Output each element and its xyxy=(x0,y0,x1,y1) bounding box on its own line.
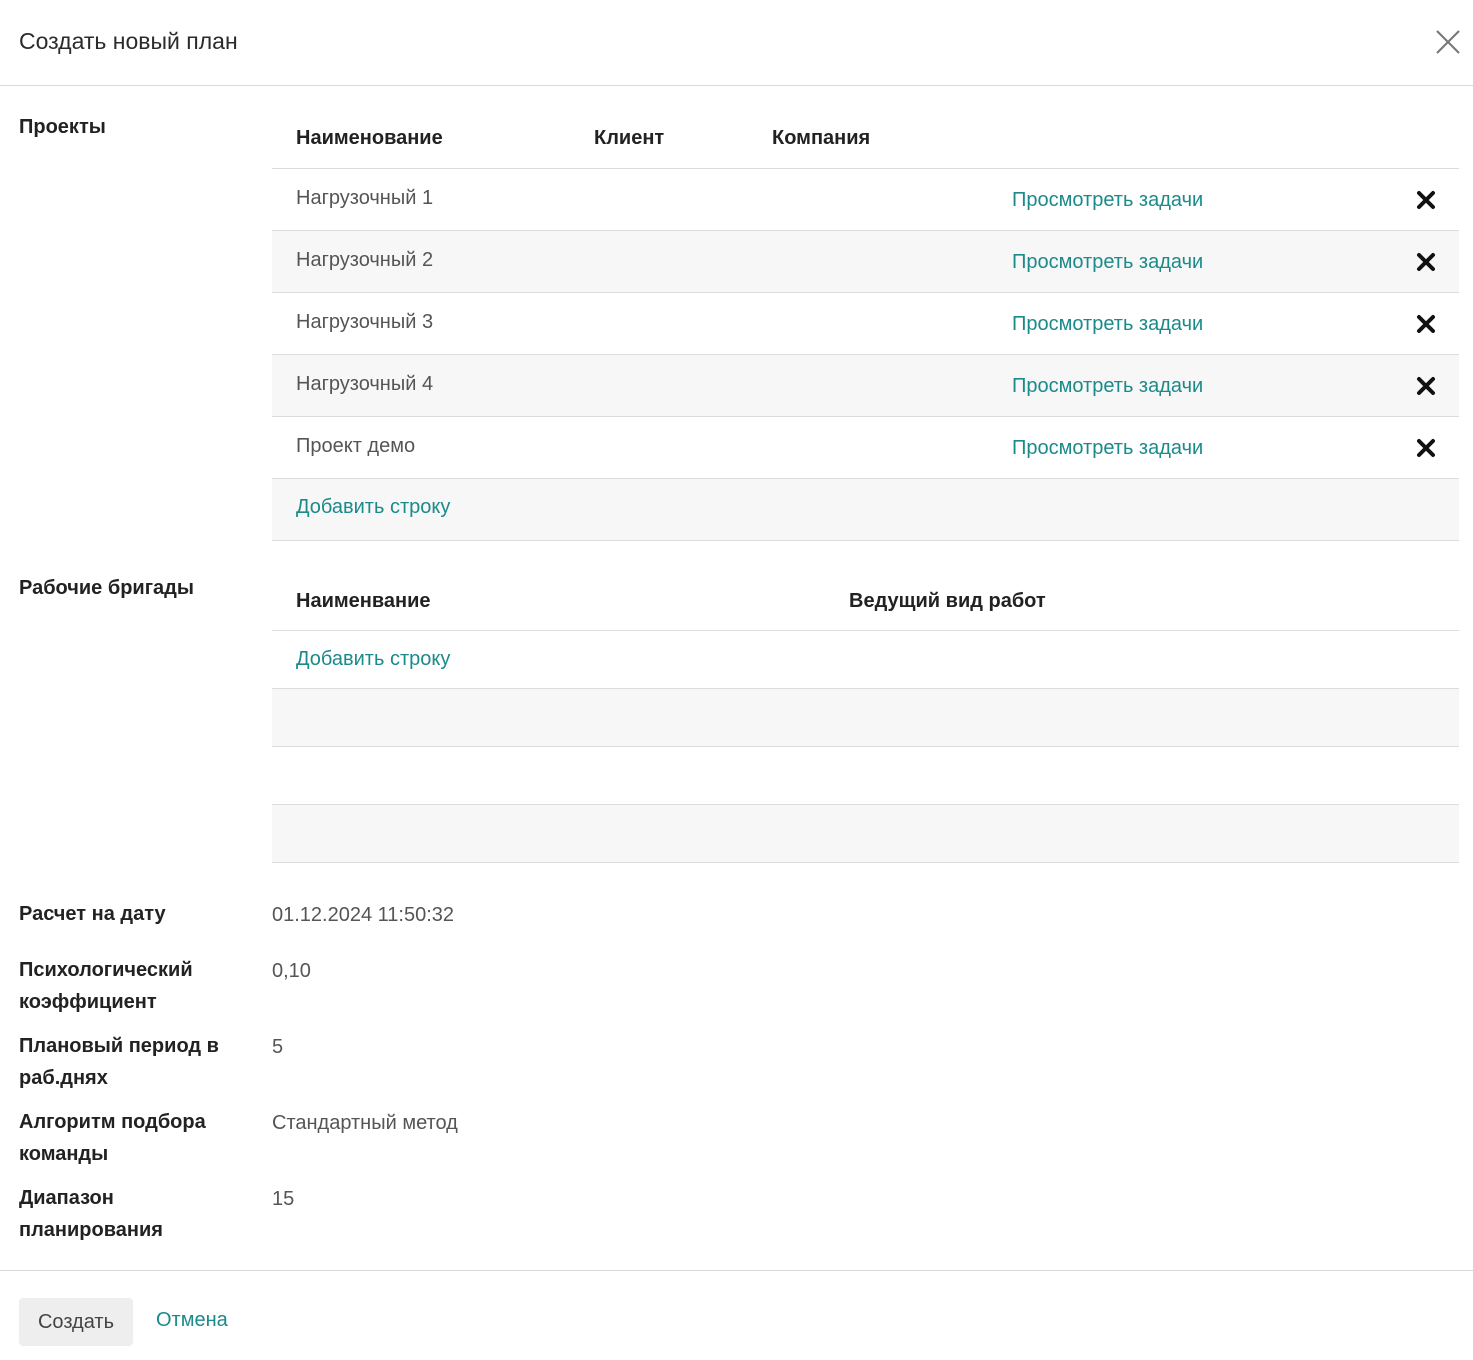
brigades-label: Рабочие бригады xyxy=(19,577,194,599)
project-name: Нагрузочный 4 xyxy=(296,373,434,395)
dialog-header: Создать новый план xyxy=(0,0,1473,86)
planning-range-label: Диапазон планирования xyxy=(19,1187,163,1241)
calc-date-label: Расчет на дату xyxy=(19,903,166,925)
team-algorithm-value: Стандартный метод xyxy=(272,1112,458,1134)
close-icon[interactable] xyxy=(1433,27,1463,57)
brigades-add-row: Добавить строку xyxy=(272,631,1459,689)
delete-row-icon[interactable] xyxy=(1414,375,1438,397)
project-row: Проект демо Просмотреть задачи xyxy=(272,417,1459,479)
projects-table: Наименование Клиент Компания Нагрузочный… xyxy=(272,85,1459,541)
brigades-table-header: Наименвание Ведущий вид работ xyxy=(272,536,1459,631)
project-row: Нагрузочный 2 Просмотреть задачи xyxy=(272,231,1459,293)
project-row: Нагрузочный 1 Просмотреть задачи xyxy=(272,169,1459,231)
column-header-name: Наименование xyxy=(296,127,443,149)
project-row: Нагрузочный 4 Просмотреть задачи xyxy=(272,355,1459,417)
dialog-title: Создать новый план xyxy=(19,28,238,54)
empty-row xyxy=(272,747,1459,805)
delete-row-icon[interactable] xyxy=(1414,251,1438,273)
projects-add-row: Добавить строку xyxy=(272,479,1459,541)
psych-coefficient-value: 0,10 xyxy=(272,960,311,982)
brigades-table: Наименвание Ведущий вид работ Добавить с… xyxy=(272,536,1459,863)
planning-range-value: 15 xyxy=(272,1188,295,1210)
empty-row xyxy=(272,689,1459,747)
add-project-row-link[interactable]: Добавить строку xyxy=(296,496,450,519)
view-tasks-link[interactable]: Просмотреть задачи xyxy=(1012,189,1203,212)
create-button[interactable]: Создать xyxy=(19,1298,133,1346)
team-algorithm-label: Алгоритм подбора команды xyxy=(19,1111,206,1165)
column-header-client: Клиент xyxy=(594,127,665,149)
delete-row-icon[interactable] xyxy=(1414,313,1438,335)
column-header-name: Наименвание xyxy=(296,590,431,612)
project-name: Нагрузочный 1 xyxy=(296,187,434,209)
project-row: Нагрузочный 3 Просмотреть задачи xyxy=(272,293,1459,355)
view-tasks-link[interactable]: Просмотреть задачи xyxy=(1012,251,1203,274)
cancel-button[interactable]: Отмена xyxy=(156,1309,228,1332)
create-plan-dialog: Создать новый план Проекты Наименование … xyxy=(0,0,1473,1360)
view-tasks-link[interactable]: Просмотреть задачи xyxy=(1012,313,1203,336)
projects-label: Проекты xyxy=(19,116,106,138)
project-name: Нагрузочный 2 xyxy=(296,249,434,271)
dialog-footer: Создать Отмена xyxy=(0,1270,1473,1360)
projects-table-header: Наименование Клиент Компания xyxy=(272,85,1459,169)
column-header-lead-work: Ведущий вид работ xyxy=(849,590,1046,612)
delete-row-icon[interactable] xyxy=(1414,437,1438,459)
column-header-company: Компания xyxy=(772,127,871,149)
project-name: Проект демо xyxy=(296,435,416,457)
project-name: Нагрузочный 3 xyxy=(296,311,434,333)
plan-period-value: 5 xyxy=(272,1036,284,1058)
view-tasks-link[interactable]: Просмотреть задачи xyxy=(1012,375,1203,398)
calc-date-value: 01.12.2024 11:50:32 xyxy=(272,904,455,926)
empty-row xyxy=(272,805,1459,863)
delete-row-icon[interactable] xyxy=(1414,189,1438,211)
psych-coefficient-label: Психологический коэффициент xyxy=(19,959,193,1013)
add-brigade-row-link[interactable]: Добавить строку xyxy=(296,648,450,671)
view-tasks-link[interactable]: Просмотреть задачи xyxy=(1012,437,1203,460)
plan-period-label: Плановый период в раб.днях xyxy=(19,1035,219,1089)
